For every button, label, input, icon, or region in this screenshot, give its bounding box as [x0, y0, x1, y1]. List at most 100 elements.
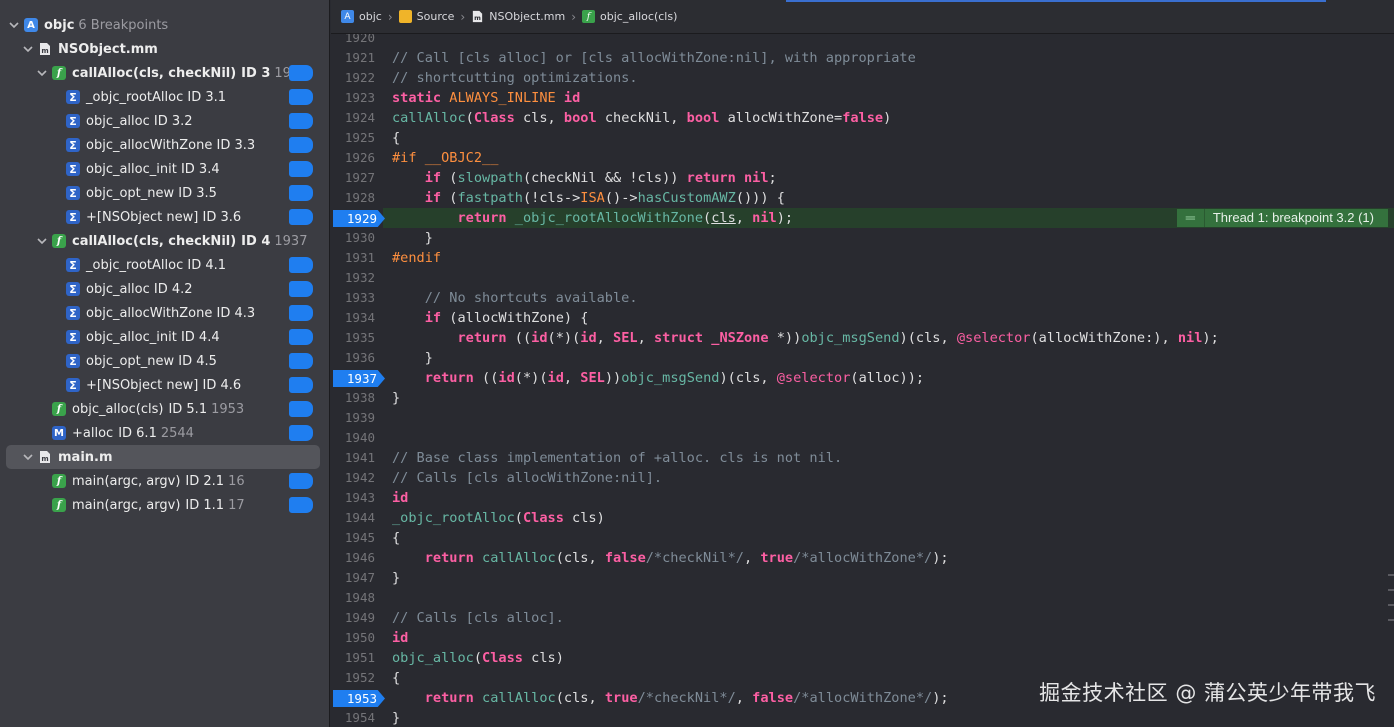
breakpoint-toggle[interactable] — [289, 401, 313, 417]
breakpoint-toggle[interactable] — [289, 353, 313, 369]
line-number: 1931 — [344, 250, 375, 265]
breakpoint-toggle[interactable] — [289, 473, 313, 489]
breadcrumb-file[interactable]: m NSObject.mm — [471, 10, 565, 23]
location-row[interactable]: Σobjc_opt_new ID 3.5 — [0, 181, 329, 205]
breakpoint-toggle[interactable] — [289, 305, 313, 321]
code-line[interactable]: 1941 // Base class implementation of +all… — [331, 448, 1394, 468]
code-line[interactable]: 1942 // Calls [cls allocWithZone:nil]. — [331, 468, 1394, 488]
code-line[interactable]: 1948 — [331, 588, 1394, 608]
breakpoint-toggle[interactable] — [289, 377, 313, 393]
code-line[interactable]: 1922 // shortcutting optimizations. — [331, 68, 1394, 88]
code-line[interactable]: 1950 id — [331, 628, 1394, 648]
code-line[interactable]: 1951 objc_alloc(Class cls) — [331, 648, 1394, 668]
breakpoint-marker[interactable]: 1929 — [333, 210, 385, 227]
breakpoint-toggle[interactable] — [289, 185, 313, 201]
breakpoint-marker[interactable]: 1953 — [333, 690, 385, 707]
chevron-down-icon[interactable] — [36, 235, 48, 247]
source-file-icon: m — [38, 42, 52, 56]
code-line[interactable]: 1946 return callAlloc(cls, false/*checkN… — [331, 548, 1394, 568]
scroll-marker — [1388, 589, 1394, 591]
code-line[interactable]: 1945 { — [331, 528, 1394, 548]
project-name: objc — [44, 17, 75, 33]
location-row[interactable]: Σobjc_opt_new ID 4.5 — [0, 349, 329, 373]
breakpoint-toggle[interactable] — [289, 329, 313, 345]
code-line[interactable]: 1949 // Calls [cls alloc]. — [331, 608, 1394, 628]
location-row[interactable]: Σ _objc_rootAlloc ID 4.1 — [0, 253, 329, 277]
location-row[interactable]: Σobjc_alloc_init ID 4.4 — [0, 325, 329, 349]
code-line[interactable]: 1938} — [331, 388, 1394, 408]
breakpoint-row[interactable]: f main(argc, argv) ID 1.1 17 — [0, 493, 329, 517]
thread-breakpoint-badge[interactable]: ═ Thread 1: breakpoint 3.2 (1) — [1176, 209, 1388, 227]
code-line[interactable]: 1940 — [331, 428, 1394, 448]
location-row[interactable]: Σobjc_allocWithZone ID 4.3 — [0, 301, 329, 325]
breadcrumb-label: NSObject.mm — [489, 10, 566, 23]
code-line[interactable]: 1936 } — [331, 348, 1394, 368]
code-line[interactable]: 1924 callAlloc(Class cls, bool checkNil, … — [331, 108, 1394, 128]
breakpoint-toggle[interactable] — [289, 161, 313, 177]
code-line[interactable]: 1930 } — [331, 228, 1394, 248]
breakpoint-toggle[interactable] — [289, 113, 313, 129]
project-row[interactable]: A objc 6 Breakpoints — [0, 13, 329, 37]
location-row[interactable]: Σ +[NSObject new] ID 4.6 — [0, 373, 329, 397]
location-label: +[NSObject new] ID 4.6 — [86, 377, 242, 393]
breakpoint-toggle[interactable] — [289, 209, 313, 225]
code-line[interactable]: 1944 _objc_rootAlloc(Class cls) — [331, 508, 1394, 528]
chevron-down-icon[interactable] — [36, 67, 48, 79]
code-line[interactable]: 1923 static ALWAYS_INLINE id — [331, 88, 1394, 108]
code-line[interactable]: 1934 if (allocWithZone) { — [331, 308, 1394, 328]
breakpoint-toggle[interactable] — [289, 425, 313, 441]
code-line[interactable]: 1939 — [331, 408, 1394, 428]
code-line[interactable]: 1928 if (fastpath(!cls->ISA()->hasCustom… — [331, 188, 1394, 208]
breakpoint-row[interactable]: f callAlloc(cls, checkNil) ID 4 1937 — [0, 229, 329, 253]
breadcrumb-label: Source — [416, 10, 455, 23]
location-row[interactable]: Σ +[NSObject new] ID 3.6 — [0, 205, 329, 229]
code-line[interactable]: 1926 #if __OBJC2__ — [331, 148, 1394, 168]
code-line[interactable]: 1947} — [331, 568, 1394, 588]
chevron-down-icon[interactable] — [22, 451, 34, 463]
location-row[interactable]: Σobjc_alloc_init ID 3.4 — [0, 157, 329, 181]
project-icon: A — [341, 10, 354, 23]
file-row-main[interactable]: m main.m — [6, 445, 320, 469]
file-row-nsobject[interactable]: m NSObject.mm — [0, 37, 329, 61]
chevron-down-icon[interactable] — [8, 19, 20, 31]
breadcrumb-folder[interactable]: Source — [398, 10, 455, 23]
location-row[interactable]: Σobjc_alloc ID 4.2 — [0, 277, 329, 301]
code-line[interactable]: 1921 // Call [cls alloc] or [cls allocWit… — [331, 48, 1394, 68]
breakpoint-marker[interactable]: 1937 — [333, 370, 385, 387]
breakpoint-label: main(argc, argv) — [72, 473, 181, 489]
code-text: if (allocWithZone) { — [424, 310, 589, 326]
source-editor[interactable]: 1920 1921 // Call [cls alloc] or [cls allo… — [331, 34, 1394, 727]
location-row[interactable]: Σ _objc_rootAlloc ID 3.1 — [0, 85, 329, 109]
breakpoint-row[interactable]: f main(argc, argv) ID 2.1 16 — [0, 469, 329, 493]
breadcrumb-symbol[interactable]: f objc_alloc(cls) — [582, 10, 677, 23]
code-text: #if __OBJC2__ — [392, 150, 499, 166]
code-line[interactable]: 1932 — [331, 268, 1394, 288]
location-row[interactable]: Σobjc_alloc ID 3.2 — [0, 109, 329, 133]
breakpoint-row[interactable]: M +alloc ID 6.1 2544 — [0, 421, 329, 445]
code-line[interactable]: 1943 id — [331, 488, 1394, 508]
breakpoint-toggle[interactable] — [289, 65, 313, 81]
breakpoint-toggle[interactable] — [289, 137, 313, 153]
code-text: return _objc_rootAllocWithZone(cls, nil)… — [457, 210, 794, 226]
code-line[interactable]: 1931 #endif — [331, 248, 1394, 268]
symbol-icon: Σ — [66, 330, 80, 344]
code-line[interactable]: 1937 return ((id(*)(id, SEL))objc_msgSen… — [331, 368, 1394, 388]
code-line[interactable]: 1920 — [331, 34, 1394, 48]
code-line[interactable]: 1933 // No shortcuts available. — [331, 288, 1394, 308]
code-line[interactable]: 1954} — [331, 708, 1394, 727]
code-line[interactable]: 1929 return _objc_rootAllocWithZone(cls,… — [331, 208, 1394, 228]
chevron-down-icon[interactable] — [22, 43, 34, 55]
breadcrumb-project[interactable]: Aobjc — [341, 10, 382, 23]
breakpoint-toggle[interactable] — [289, 257, 313, 273]
function-icon: f — [52, 474, 66, 488]
breakpoint-toggle[interactable] — [289, 497, 313, 513]
project-icon: A — [24, 18, 38, 32]
code-line[interactable]: 1927 if (slowpath(checkNil && !cls)) ret… — [331, 168, 1394, 188]
breakpoint-row[interactable]: f objc_alloc(cls) ID 5.1 1953 — [0, 397, 329, 421]
code-line[interactable]: 1925 { — [331, 128, 1394, 148]
breakpoint-toggle[interactable] — [289, 281, 313, 297]
location-row[interactable]: Σobjc_allocWithZone ID 3.3 — [0, 133, 329, 157]
breakpoint-row[interactable]: f callAlloc(cls, checkNil) ID 3 1929 — [0, 61, 329, 85]
code-line[interactable]: 1935 return ((id(*)(id, SEL, struct _NSZ… — [331, 328, 1394, 348]
breakpoint-toggle[interactable] — [289, 89, 313, 105]
